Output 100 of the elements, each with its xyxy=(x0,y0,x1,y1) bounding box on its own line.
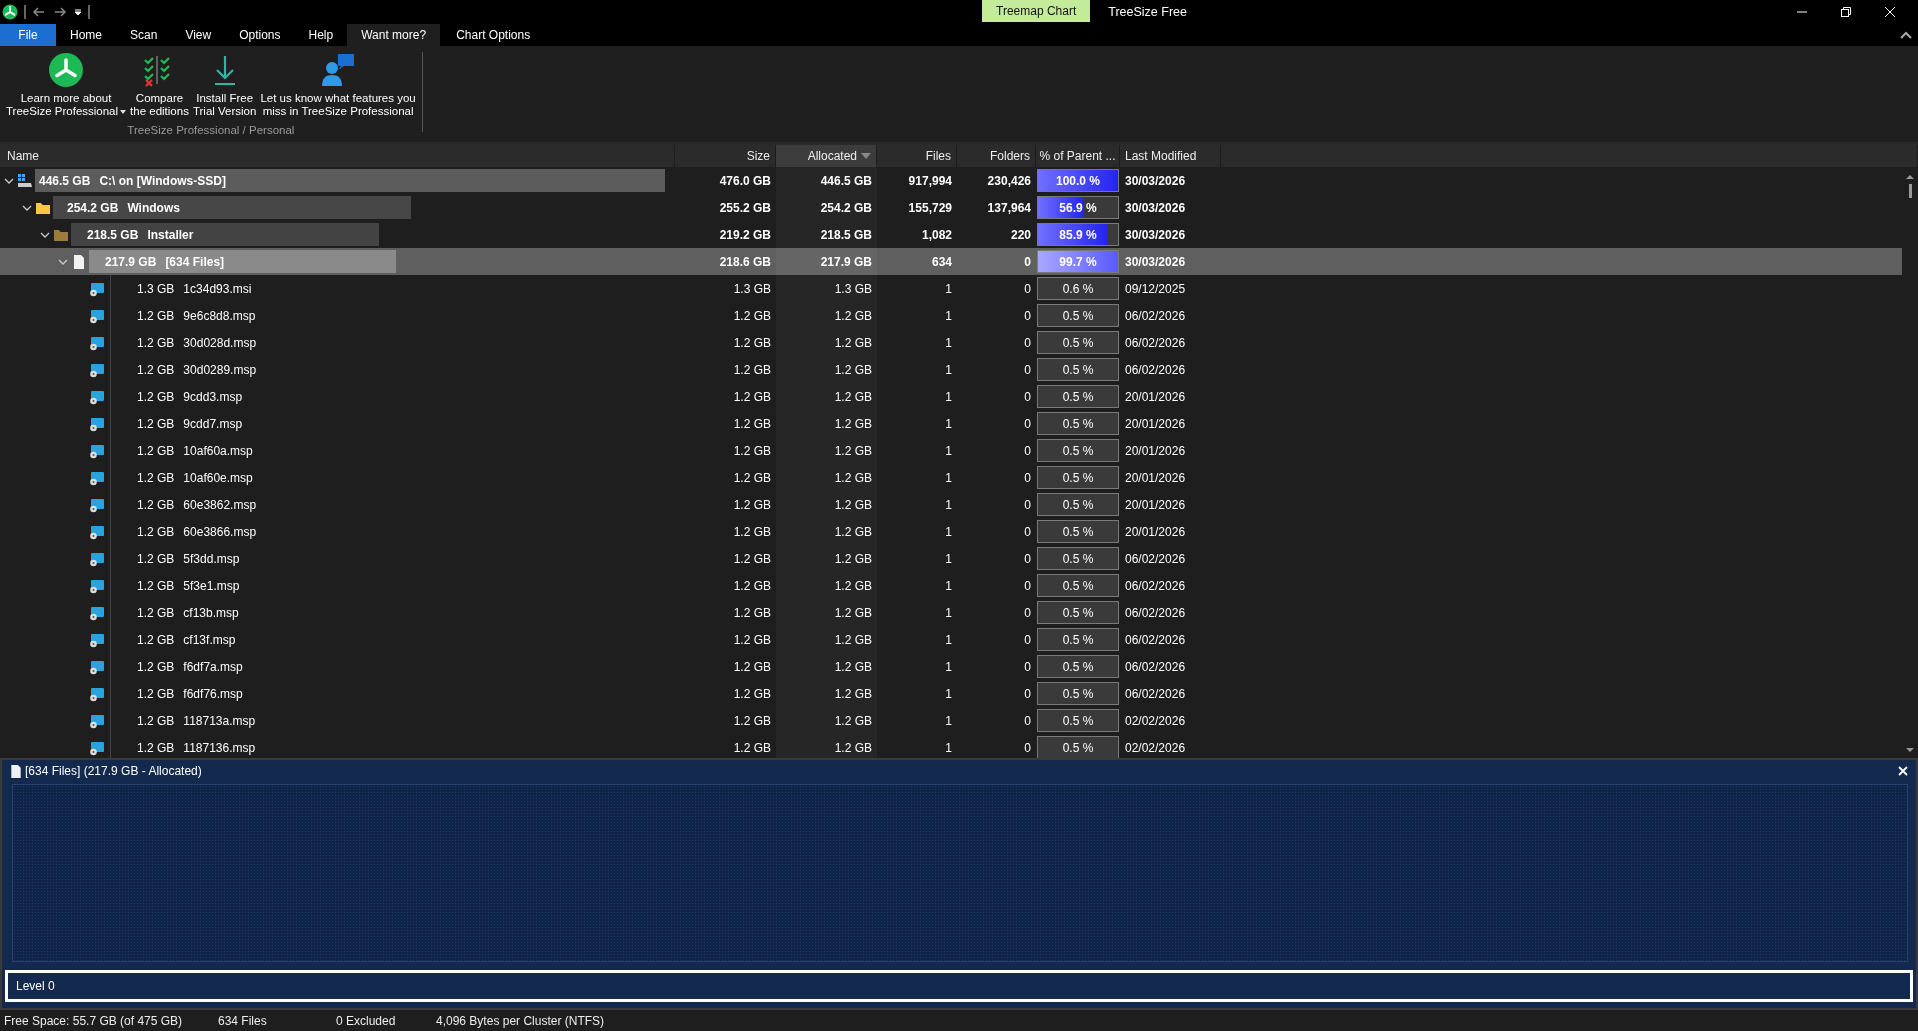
tree-row[interactable]: 1.2 GB 9cdd3.msp 1.2 GB 1.2 GB 1 0 0.5 % 20/01/2026 xyxy=(0,383,1902,410)
ribbon-tab[interactable]: Chart Options xyxy=(440,24,547,46)
column-header[interactable]: % of Parent ... xyxy=(1036,145,1120,167)
size-label: 218.5 GB xyxy=(87,227,139,242)
tree-row[interactable]: 218.5 GB Installer 219.2 GB 218.5 GB 1,082 220 85.9 % 30/03/2026 xyxy=(0,221,1902,248)
tree-row[interactable]: 1.2 GB 118713a.msp 1.2 GB 1.2 GB 1 0 0.5 % 02/02/2026 xyxy=(0,707,1902,734)
scroll-down-icon[interactable] xyxy=(1905,746,1915,754)
table-cell-text: 1.2 GB xyxy=(732,577,772,595)
installer-file-icon xyxy=(89,658,105,675)
close-icon[interactable] xyxy=(1898,766,1908,776)
customize-dropdown-icon[interactable] xyxy=(74,8,82,16)
table-cell-text: 1 xyxy=(944,658,953,676)
app-logo-icon xyxy=(2,4,18,20)
back-icon[interactable] xyxy=(32,5,46,19)
table-cell-text: 137,964 xyxy=(986,199,1032,217)
column-header[interactable]: Allocated xyxy=(776,145,877,167)
collapse-ribbon-icon[interactable] xyxy=(1900,31,1912,39)
tree-row[interactable]: 1.2 GB 5f3e1.msp 1.2 GB 1.2 GB 1 0 0.5 % 06/02/2026 xyxy=(0,572,1902,599)
installer-file-icon xyxy=(89,469,105,486)
ribbon-button[interactable]: Compare the editions xyxy=(128,50,191,120)
ribbon-button[interactable]: Let us know what features you miss in TreeSize Professional xyxy=(258,50,418,120)
tree-row[interactable]: 1.2 GB 10af60e.msp 1.2 GB 1.2 GB 1 0 0.5 % 20/01/2026 xyxy=(0,464,1902,491)
table-cell-text: 1 xyxy=(944,577,953,595)
table-cell: 1.2 GB xyxy=(776,383,877,410)
percent-label: 56.9 % xyxy=(1059,200,1097,215)
table-cell-text: 0 xyxy=(1023,631,1032,649)
percent-label: 100.0 % xyxy=(1055,173,1100,188)
column-header[interactable]: Last Modified xyxy=(1120,145,1221,167)
size-label: 1.2 GB xyxy=(137,362,175,377)
table-cell-text: 06/02/2026 xyxy=(1124,577,1187,595)
tree-row[interactable]: 1.2 GB 30d0289.msp 1.2 GB 1.2 GB 1 0 0.5 % 06/02/2026 xyxy=(0,356,1902,383)
tree-row[interactable]: 1.2 GB cf13b.msp 1.2 GB 1.2 GB 1 0 0.5 % 06/02/2026 xyxy=(0,599,1902,626)
table-cell: 1.2 GB xyxy=(776,356,877,383)
item-name: 10af60a.msp xyxy=(183,443,253,458)
installer-file-icon xyxy=(89,496,105,513)
table-cell: 217.9 GB xyxy=(776,248,877,275)
table-cell-text: 20/01/2026 xyxy=(1124,415,1187,433)
table-cell: 1.3 GB xyxy=(776,275,877,302)
table-cell-text: 06/02/2026 xyxy=(1124,658,1187,676)
size-label: 1.2 GB xyxy=(137,416,175,431)
percent-label: 0.5 % xyxy=(1062,362,1094,377)
installer-file-icon xyxy=(89,523,105,540)
forward-icon[interactable] xyxy=(53,5,67,19)
table-cell: 1.2 GB xyxy=(776,599,877,626)
tree-row[interactable]: 254.2 GB Windows 255.2 GB 254.2 GB 155,729 137,964 56.9 % 30/03/2026 xyxy=(0,194,1902,221)
tree-row[interactable]: 1.2 GB cf13f.msp 1.2 GB 1.2 GB 1 0 0.5 % 06/02/2026 xyxy=(0,626,1902,653)
item-name: Windows xyxy=(127,200,180,215)
file-menu-button[interactable]: File xyxy=(0,24,56,46)
installer-file-icon xyxy=(89,550,105,567)
tree-row[interactable]: 1.2 GB f6df7a.msp 1.2 GB 1.2 GB 1 0 0.5 % 06/02/2026 xyxy=(0,653,1902,680)
installer-file-icon xyxy=(89,280,105,297)
tree-row[interactable]: 446.5 GB C:\ on [Windows-SSD] 476.0 GB 446.5 GB 917,994 230,426 100.0 % 30/03/2026 xyxy=(0,167,1902,194)
ribbon-tab[interactable]: Help xyxy=(294,24,348,46)
table-cell-text: 0 xyxy=(1023,307,1032,325)
tree-row[interactable]: 1.2 GB 30d028d.msp 1.2 GB 1.2 GB 1 0 0.5 % 06/02/2026 xyxy=(0,329,1902,356)
ribbon-tab[interactable]: Scan xyxy=(116,24,172,46)
percent-label: 0.5 % xyxy=(1062,659,1094,674)
column-header[interactable]: Folders xyxy=(957,145,1036,167)
installer-file-icon xyxy=(89,415,105,432)
ribbon-group-label: TreeSize Professional / Personal xyxy=(127,124,295,136)
item-name: cf13b.msp xyxy=(183,605,239,620)
ribbon-tab[interactable]: Want more? xyxy=(347,24,441,46)
installer-file-icon xyxy=(89,604,105,621)
table-cell-text: 20/01/2026 xyxy=(1124,523,1187,541)
tree-row[interactable]: 1.2 GB 60e3866.msp 1.2 GB 1.2 GB 1 0 0.5 % 20/01/2026 xyxy=(0,518,1902,545)
table-cell-text: 0 xyxy=(1023,496,1032,514)
ribbon-tab[interactable]: View xyxy=(171,24,226,46)
tree-row[interactable]: 1.2 GB 5f3dd.msp 1.2 GB 1.2 GB 1 0 0.5 % 06/02/2026 xyxy=(0,545,1902,572)
column-header[interactable]: Files xyxy=(877,145,957,167)
tree-row[interactable]: 217.9 GB [634 Files] 218.6 GB 217.9 GB 634 0 99.7 % 30/03/2026 xyxy=(0,248,1902,275)
size-label: 1.2 GB xyxy=(137,308,175,323)
ribbon-button[interactable]: Install Free Trial Version xyxy=(190,50,259,120)
logo-icon xyxy=(48,52,85,88)
installer-file-icon xyxy=(89,442,105,459)
tree-row[interactable]: 1.2 GB 60e3862.msp 1.2 GB 1.2 GB 1 0 0.5 % 20/01/2026 xyxy=(0,491,1902,518)
ribbon-tab[interactable]: Home xyxy=(56,24,116,46)
table-cell-text: 0 xyxy=(1023,550,1032,568)
table-cell-text: 1 xyxy=(944,712,953,730)
tree-row[interactable]: 1.2 GB 9e6c8d8.msp 1.2 GB 1.2 GB 1 0 0.5 % 06/02/2026 xyxy=(0,302,1902,329)
level-label: Level 0 xyxy=(16,979,55,993)
table-cell-text: 0 xyxy=(1023,604,1032,622)
scroll-up-icon[interactable] xyxy=(1905,173,1915,181)
table-cell: 1.2 GB xyxy=(776,707,877,734)
installer-file-icon xyxy=(89,631,105,648)
tree-row[interactable]: 1.2 GB 10af60a.msp 1.2 GB 1.2 GB 1 0 0.5 % 20/01/2026 xyxy=(0,437,1902,464)
tree-row[interactable]: 1.2 GB 9cdd7.msp 1.2 GB 1.2 GB 1 0 0.5 % 20/01/2026 xyxy=(0,410,1902,437)
ribbon-button[interactable]: Learn more about TreeSize Professional xyxy=(4,50,129,120)
table-cell: 1.2 GB xyxy=(776,653,877,680)
size-label: 1.2 GB xyxy=(137,605,175,620)
tree-row[interactable]: 1.2 GB 1187136.msp 1.2 GB 1.2 GB 1 0 0.5 % 02/02/2026 xyxy=(0,734,1902,758)
size-label: 1.2 GB xyxy=(137,740,175,755)
column-header[interactable]: Name xyxy=(0,145,675,167)
ribbon-tab[interactable]: Options xyxy=(225,24,295,46)
item-name: 10af60e.msp xyxy=(183,470,253,485)
table-cell: 1.2 GB xyxy=(776,680,877,707)
table-cell-text: 1.2 GB xyxy=(732,712,772,730)
tree-row[interactable]: 1.2 GB f6df76.msp 1.2 GB 1.2 GB 1 0 0.5 % 06/02/2026 xyxy=(0,680,1902,707)
window-title: TreeSize Free xyxy=(1108,5,1187,19)
table-cell-text: 1 xyxy=(944,280,953,298)
tree-row[interactable]: 1.3 GB 1c34d93.msi 1.3 GB 1.3 GB 1 0 0.6 % 09/12/2025 xyxy=(0,275,1902,302)
